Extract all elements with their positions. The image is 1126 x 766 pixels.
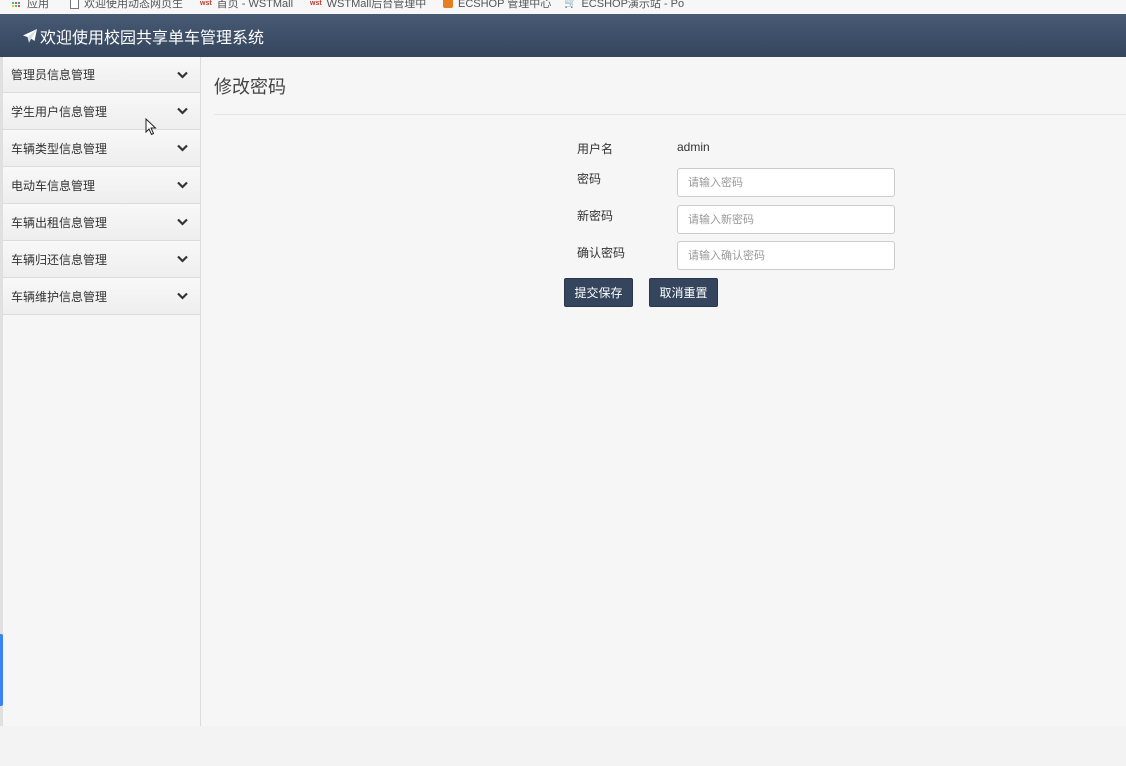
chevron-down-icon bbox=[177, 71, 188, 79]
bottom-area bbox=[0, 726, 1126, 766]
sidebar-item-maintenance[interactable]: 车辆维护信息管理 bbox=[0, 278, 200, 315]
cart-icon: 🛒 bbox=[564, 0, 577, 9]
confirm-password-label: 确认密码 bbox=[577, 246, 626, 260]
sidebar-item-admin-info[interactable]: 管理员信息管理 bbox=[0, 57, 200, 93]
sidebar-item-label: 电动车信息管理 bbox=[11, 178, 96, 193]
password-label: 密码 bbox=[577, 172, 602, 186]
username-label: 用户名 bbox=[577, 142, 614, 156]
bookmark-label: WSTMall后台管理中 bbox=[326, 0, 427, 10]
sidebar-item-label: 学生用户信息管理 bbox=[11, 104, 108, 119]
bookmark-label: ECSHOP演示站 - Po bbox=[581, 0, 685, 10]
sidebar-item-ebikes[interactable]: 电动车信息管理 bbox=[0, 167, 200, 204]
chevron-down-icon bbox=[177, 255, 188, 263]
ecshop-icon bbox=[443, 0, 453, 8]
page-title: 修改密码 bbox=[214, 77, 286, 97]
password-input[interactable] bbox=[677, 168, 895, 197]
app-title: 欢迎使用校园共享单车管理系统 bbox=[40, 29, 265, 47]
bookmark-item[interactable]: wst 首页 - WSTMall bbox=[200, 0, 293, 11]
wst-icon: wst bbox=[200, 0, 212, 7]
mouse-cursor-icon bbox=[145, 117, 157, 141]
new-password-input[interactable] bbox=[677, 205, 895, 234]
wst-icon: wst bbox=[310, 0, 322, 7]
sidebar-item-label: 车辆类型信息管理 bbox=[11, 141, 108, 156]
sidebar-item-returns[interactable]: 车辆归还信息管理 bbox=[0, 241, 200, 278]
page-icon bbox=[70, 0, 79, 9]
chevron-down-icon bbox=[177, 181, 188, 189]
title-divider bbox=[214, 114, 1126, 115]
left-edge-handle[interactable] bbox=[0, 634, 3, 706]
submit-save-button[interactable]: 提交保存 bbox=[564, 278, 633, 307]
confirm-password-input[interactable] bbox=[677, 241, 895, 270]
left-edge-divider bbox=[0, 57, 3, 726]
chevron-down-icon bbox=[177, 107, 188, 115]
paper-plane-icon bbox=[22, 28, 38, 44]
bookmark-item[interactable]: 欢迎使用动态网页生 bbox=[70, 0, 183, 11]
sidebar-item-vehicle-types[interactable]: 车辆类型信息管理 bbox=[0, 130, 200, 167]
sidebar-item-rentals[interactable]: 车辆出租信息管理 bbox=[0, 204, 200, 241]
bookmark-item[interactable]: ECSHOP 管理中心 bbox=[443, 0, 551, 11]
app-logo[interactable]: 欢迎使用校园共享单车管理系统 bbox=[22, 24, 264, 48]
sidebar-item-label: 车辆出租信息管理 bbox=[11, 215, 108, 230]
bookmark-item[interactable]: wst WSTMall后台管理中 bbox=[310, 0, 426, 11]
username-value: admin bbox=[677, 140, 710, 154]
cancel-reset-button[interactable]: 取消重置 bbox=[649, 278, 718, 307]
apps-icon bbox=[12, 0, 22, 8]
sidebar-item-label: 车辆归还信息管理 bbox=[11, 252, 108, 267]
main-content: 修改密码 用户名 admin 密码 新密码 确认密码 提交保存 取消重置 bbox=[201, 57, 1126, 766]
bookmark-item[interactable]: 🛒 ECSHOP演示站 - Po bbox=[564, 0, 684, 11]
sidebar: 管理员信息管理 学生用户信息管理 车辆类型信息管理 电动车信息管理 车辆出租信息… bbox=[0, 57, 201, 726]
chevron-down-icon bbox=[177, 292, 188, 300]
new-password-label: 新密码 bbox=[577, 209, 614, 223]
app-header: 欢迎使用校园共享单车管理系统 bbox=[0, 14, 1126, 57]
bookmark-label: 应用 bbox=[27, 0, 49, 10]
bookmark-label: ECSHOP 管理中心 bbox=[458, 0, 552, 10]
chevron-down-icon bbox=[177, 218, 188, 226]
sidebar-item-student-users[interactable]: 学生用户信息管理 bbox=[0, 93, 200, 130]
chevron-down-icon bbox=[177, 144, 188, 152]
bookmark-label: 首页 - WSTMall bbox=[216, 0, 294, 10]
bookmark-apps[interactable]: 应用 bbox=[12, 0, 49, 11]
sidebar-item-label: 车辆维护信息管理 bbox=[11, 289, 108, 304]
bookmarks-bar: 应用 欢迎使用动态网页生 wst 首页 - WSTMall wst WSTMal… bbox=[0, 0, 1126, 14]
sidebar-item-label: 管理员信息管理 bbox=[11, 68, 96, 82]
bookmark-label: 欢迎使用动态网页生 bbox=[84, 0, 183, 10]
